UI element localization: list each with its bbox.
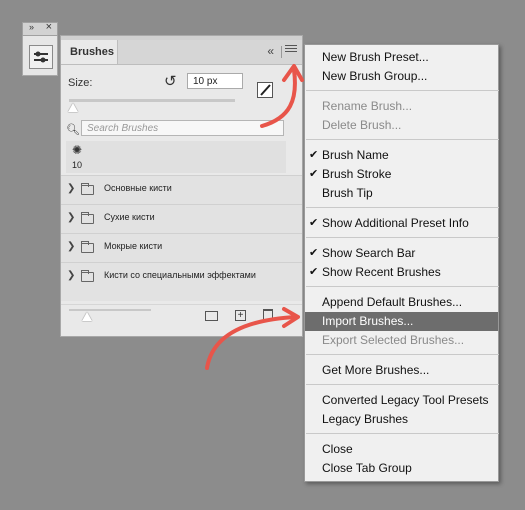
folder-icon <box>81 212 94 224</box>
checkmark-icon: ✔ <box>309 149 319 161</box>
group-label: Основные кисти <box>104 183 172 193</box>
menu-item-converted-legacy-tool-presets[interactable]: Converted Legacy Tool Presets <box>305 391 498 410</box>
menu-item-import-brushes[interactable]: Import Brushes... <box>305 312 498 331</box>
group-label: Кисти со специальными эффектами <box>104 270 256 280</box>
recent-brushes: ✺ 10 <box>66 141 286 173</box>
chevron-right-icon[interactable]: ❯ <box>67 183 75 194</box>
list-item[interactable]: ❯ Сухие кисти <box>61 204 302 233</box>
list-item[interactable]: ❯ Мокрые кисти <box>61 233 302 262</box>
expand-icon[interactable]: » <box>29 22 34 32</box>
panel-menu-icon[interactable] <box>285 45 297 57</box>
group-label: Сухие кисти <box>104 212 155 222</box>
folder-icon <box>81 270 94 282</box>
folder-icon <box>81 241 94 253</box>
menu-item-get-more-brushes[interactable]: Get More Brushes... <box>305 361 498 380</box>
menu-item-new-brush-preset[interactable]: New Brush Preset... <box>305 48 498 67</box>
menu-separator <box>306 139 499 140</box>
menu-separator <box>306 286 499 287</box>
recent-brush-size: 10 <box>72 160 83 170</box>
new-group-button[interactable] <box>205 311 218 321</box>
menu-separator <box>306 354 499 355</box>
folder-icon <box>81 183 94 195</box>
menu-item-show-recent-brushes[interactable]: ✔ Show Recent Brushes <box>305 263 498 282</box>
menu-item-brush-tip[interactable]: Brush Tip <box>305 184 498 203</box>
size-field[interactable]: 10 px <box>187 73 243 89</box>
collapsed-panel-header: » × <box>22 21 58 36</box>
reset-size-icon[interactable]: ↺ <box>164 72 177 90</box>
checkmark-icon: ✔ <box>309 247 319 259</box>
menu-separator <box>306 90 499 91</box>
delete-icon[interactable] <box>263 309 273 321</box>
new-brush-button[interactable]: + <box>235 310 246 321</box>
size-slider-track[interactable] <box>69 99 235 102</box>
chevron-right-icon[interactable]: ❯ <box>67 241 75 252</box>
menu-item-export-selected-brushes: Export Selected Brushes... <box>322 333 465 347</box>
checkmark-icon: ✔ <box>309 217 319 229</box>
menu-item-delete-brush: Delete Brush... <box>322 118 402 132</box>
menu-item-new-brush-group[interactable]: New Brush Group... <box>305 67 498 86</box>
brush-group-list: ❯ Основные кисти ❯ Сухие кисти ❯ Мокрые … <box>61 175 302 301</box>
search-icon: 🔍︎ <box>66 124 80 136</box>
menu-item-show-search-bar[interactable]: ✔ Show Search Bar <box>305 244 498 263</box>
list-item[interactable]: ❯ Кисти со специальными эффектами <box>61 262 302 291</box>
brushes-panel: Brushes « Size: ↺ 10 px 🔍︎ Search Brushe… <box>60 35 303 337</box>
search-input[interactable]: Search Brushes <box>81 120 284 136</box>
preview-size-thumb[interactable] <box>82 312 92 321</box>
collapse-icon[interactable]: « <box>267 44 274 58</box>
recent-brush-icon[interactable]: ✺ <box>72 143 82 157</box>
menu-separator <box>306 433 499 434</box>
menu-item-show-additional-preset-info[interactable]: ✔ Show Additional Preset Info <box>305 214 498 233</box>
menu-item-brush-name[interactable]: ✔ Brush Name <box>305 146 498 165</box>
size-slider-thumb[interactable] <box>68 103 78 112</box>
list-item[interactable]: ❯ Основные кисти <box>61 175 302 204</box>
close-icon[interactable]: × <box>46 21 52 33</box>
menu-item-append-default-brushes[interactable]: Append Default Brushes... <box>305 293 498 312</box>
menu-item-rename-brush: Rename Brush... <box>322 99 413 113</box>
tab-divider <box>281 46 282 58</box>
checkmark-icon: ✔ <box>309 168 319 180</box>
preview-size-slider[interactable] <box>69 309 151 311</box>
checkmark-icon: ✔ <box>309 266 319 278</box>
tab-brushes[interactable]: Brushes <box>61 40 118 64</box>
panel-footer: + <box>61 304 302 337</box>
chevron-right-icon[interactable]: ❯ <box>67 212 75 223</box>
chevron-right-icon[interactable]: ❯ <box>67 270 75 281</box>
menu-separator <box>306 237 499 238</box>
menu-item-close-tab-group[interactable]: Close Tab Group <box>305 459 498 478</box>
menu-separator <box>306 384 499 385</box>
panel-tab-bar: Brushes « <box>61 40 302 65</box>
brush-preview-icon[interactable] <box>257 82 273 98</box>
brush-settings-icon[interactable] <box>29 45 53 69</box>
group-label: Мокрые кисти <box>104 241 163 251</box>
menu-item-close[interactable]: Close <box>305 440 498 459</box>
menu-item-brush-stroke[interactable]: ✔ Brush Stroke <box>305 165 498 184</box>
size-label: Size: <box>68 77 93 89</box>
panel-flyout-menu: New Brush Preset... New Brush Group... R… <box>304 44 499 482</box>
menu-separator <box>306 207 499 208</box>
menu-item-legacy-brushes[interactable]: Legacy Brushes <box>305 410 498 429</box>
